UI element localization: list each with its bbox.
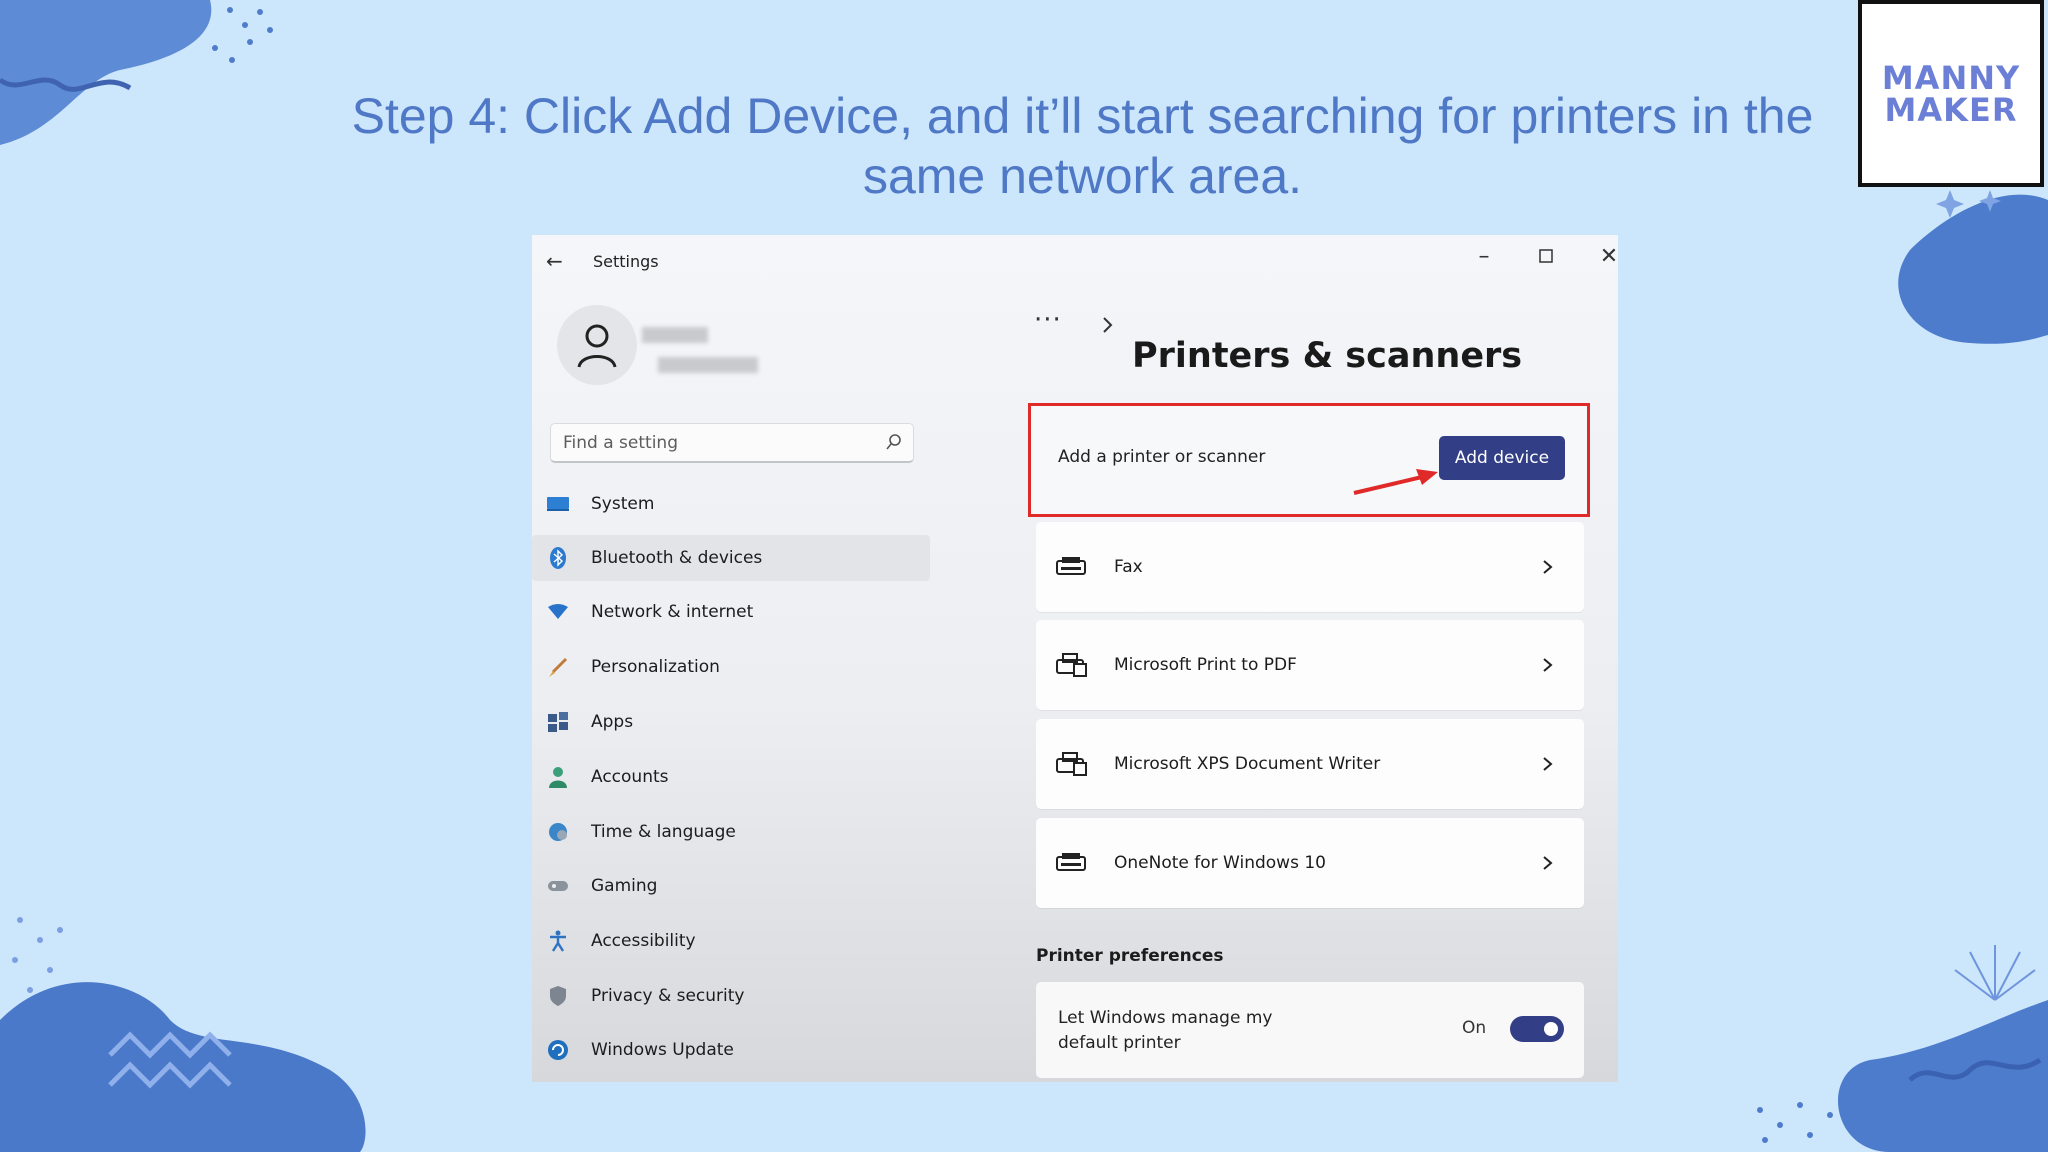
chevron-right-icon: [1103, 317, 1113, 333]
chevron-right-icon: [1543, 757, 1553, 771]
sidebar-item-accessibility[interactable]: Accessibility: [532, 918, 930, 964]
search-icon: [886, 434, 901, 450]
back-arrow-icon[interactable]: ←: [546, 249, 563, 273]
accounts-icon: [547, 766, 569, 788]
default-printer-toggle[interactable]: [1510, 1016, 1564, 1042]
sidebar-item-windows-update[interactable]: Windows Update: [532, 1027, 930, 1073]
accessibility-icon: [547, 930, 569, 952]
search-input[interactable]: [551, 424, 865, 462]
window-title: Settings: [593, 252, 659, 271]
sidebar-item-time-language[interactable]: Time & language: [532, 809, 930, 855]
search-box[interactable]: [550, 423, 914, 463]
sidebar-item-network[interactable]: Network & internet: [532, 589, 930, 635]
printer-label: OneNote for Windows 10: [1114, 853, 1326, 873]
page-title: Printers & scanners: [1132, 336, 1523, 376]
sidebar-item-label: Network & internet: [591, 602, 754, 622]
close-icon[interactable]: ✕: [1587, 239, 1618, 275]
printer-icon: [1056, 751, 1090, 777]
slide-heading: Step 4: Click Add Device, and it’ll star…: [351, 88, 1814, 204]
system-icon: [547, 493, 569, 515]
toggle-state-label: On: [1462, 1018, 1487, 1038]
printer-row-onenote[interactable]: OneNote for Windows 10: [1036, 818, 1584, 908]
printer-label: Microsoft XPS Document Writer: [1114, 754, 1381, 774]
chevron-right-icon: [1543, 658, 1553, 672]
brush-icon: [547, 656, 569, 678]
sidebar-item-accounts[interactable]: Accounts: [532, 754, 930, 800]
default-printer-setting: Let Windows manage my default printer On: [1036, 982, 1584, 1078]
fax-icon: [1056, 556, 1090, 578]
add-printer-label: Add a printer or scanner: [1058, 447, 1266, 467]
account-email-redacted: [658, 357, 758, 373]
logo-line-1: MANNY: [1881, 58, 2021, 97]
shield-icon: [547, 985, 569, 1007]
sidebar-item-personalization[interactable]: Personalization: [532, 644, 930, 690]
sidebar-item-apps[interactable]: Apps: [532, 699, 930, 745]
printer-icon: [1056, 852, 1090, 874]
wifi-icon: [547, 601, 569, 623]
printer-label: Microsoft Print to PDF: [1114, 655, 1297, 675]
printer-preferences-heading: Printer preferences: [1036, 946, 1224, 966]
decor-blob-right: [1898, 190, 2048, 344]
breadcrumb-more-button[interactable]: ···: [1034, 305, 1062, 335]
sidebar-item-label: Accessibility: [591, 931, 696, 951]
decor-blob-bottom-left: [0, 917, 366, 1152]
sidebar-item-label: Personalization: [591, 657, 720, 677]
minimize-icon[interactable]: –: [1462, 239, 1506, 275]
decor-blob-top-left: [0, 0, 273, 145]
printer-row-xps-writer[interactable]: Microsoft XPS Document Writer: [1036, 719, 1584, 809]
sidebar-item-label: Privacy & security: [591, 986, 745, 1006]
sidebar-item-label: Bluetooth & devices: [591, 548, 763, 568]
printer-row-fax[interactable]: Fax: [1036, 522, 1584, 612]
decor-blob-bottom-right: [1757, 945, 2048, 1152]
apps-icon: [547, 711, 569, 733]
sidebar-item-bluetooth-devices[interactable]: Bluetooth & devices: [532, 535, 930, 581]
sidebar-item-label: Gaming: [591, 876, 658, 896]
sidebar-item-label: Apps: [591, 712, 634, 732]
maximize-icon[interactable]: [1524, 239, 1568, 275]
printer-icon: [1056, 652, 1090, 678]
sidebar-item-label: Windows Update: [591, 1040, 734, 1060]
logo-line-2: MAKER: [1884, 90, 2018, 129]
add-device-button[interactable]: Add device: [1439, 436, 1565, 480]
sidebar-item-label: System: [591, 494, 655, 514]
toggle-knob: [1544, 1022, 1558, 1036]
gamepad-icon: [547, 875, 569, 897]
chevron-right-icon: [1543, 560, 1553, 574]
red-arrow-annotation: [1353, 469, 1438, 495]
chevron-right-icon: [1543, 856, 1553, 870]
sidebar-item-label: Time & language: [591, 822, 736, 842]
sidebar-item-gaming[interactable]: Gaming: [532, 863, 930, 909]
account-name-redacted: [642, 327, 708, 343]
user-icon: [577, 324, 617, 368]
sidebar-item-system[interactable]: System: [532, 481, 930, 527]
brand-logo: MANNY MAKER: [1858, 0, 2044, 187]
printer-label: Fax: [1114, 557, 1143, 577]
printer-row-print-to-pdf[interactable]: Microsoft Print to PDF: [1036, 620, 1584, 710]
sidebar-item-privacy-security[interactable]: Privacy & security: [532, 973, 930, 1019]
bluetooth-icon: [547, 547, 569, 569]
default-printer-label: Let Windows manage my default printer: [1058, 1008, 1273, 1053]
globe-clock-icon: [547, 821, 569, 843]
avatar[interactable]: [557, 305, 637, 385]
settings-window: ← Settings – ✕ System Bluetooth & device…: [532, 235, 1618, 1082]
sidebar-item-label: Accounts: [591, 767, 669, 787]
update-icon: [547, 1039, 569, 1061]
